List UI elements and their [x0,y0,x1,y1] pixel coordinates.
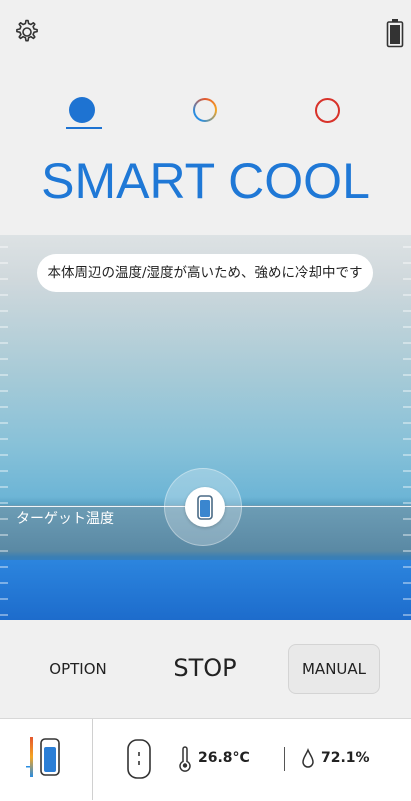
droplet-icon [301,747,315,770]
target-slider-handle[interactable] [185,487,225,527]
selected-mode-underline [66,127,102,129]
gauge-ticks-left [0,235,10,620]
device-icon [126,738,152,780]
thermometer-icon [178,746,192,772]
mode-warm-button[interactable] [315,98,340,123]
mode-cool-button[interactable] [69,97,95,123]
status-divider [92,719,93,800]
status-separator [284,747,285,771]
gauge-ticks-right [401,235,411,620]
battery-icon [386,18,404,48]
status-message: 本体周辺の温度/湿度が高いため、強めに冷却中です [37,254,373,292]
stop-button[interactable]: STOP [155,648,255,688]
manual-button[interactable]: MANUAL [288,644,380,694]
device-level-icon[interactable] [24,733,72,781]
mode-title: SMART COOL [41,153,370,209]
device-handle-icon [197,495,213,520]
gauge-deep-region [0,560,411,620]
option-button[interactable]: OPTION [30,652,126,686]
temperature-value: 26.8°C [198,750,250,766]
gear-icon[interactable] [12,18,40,46]
humidity-value: 72.1% [321,750,370,766]
target-temperature-label: ターゲット温度 [16,511,114,527]
mode-auto-button[interactable] [193,98,217,122]
